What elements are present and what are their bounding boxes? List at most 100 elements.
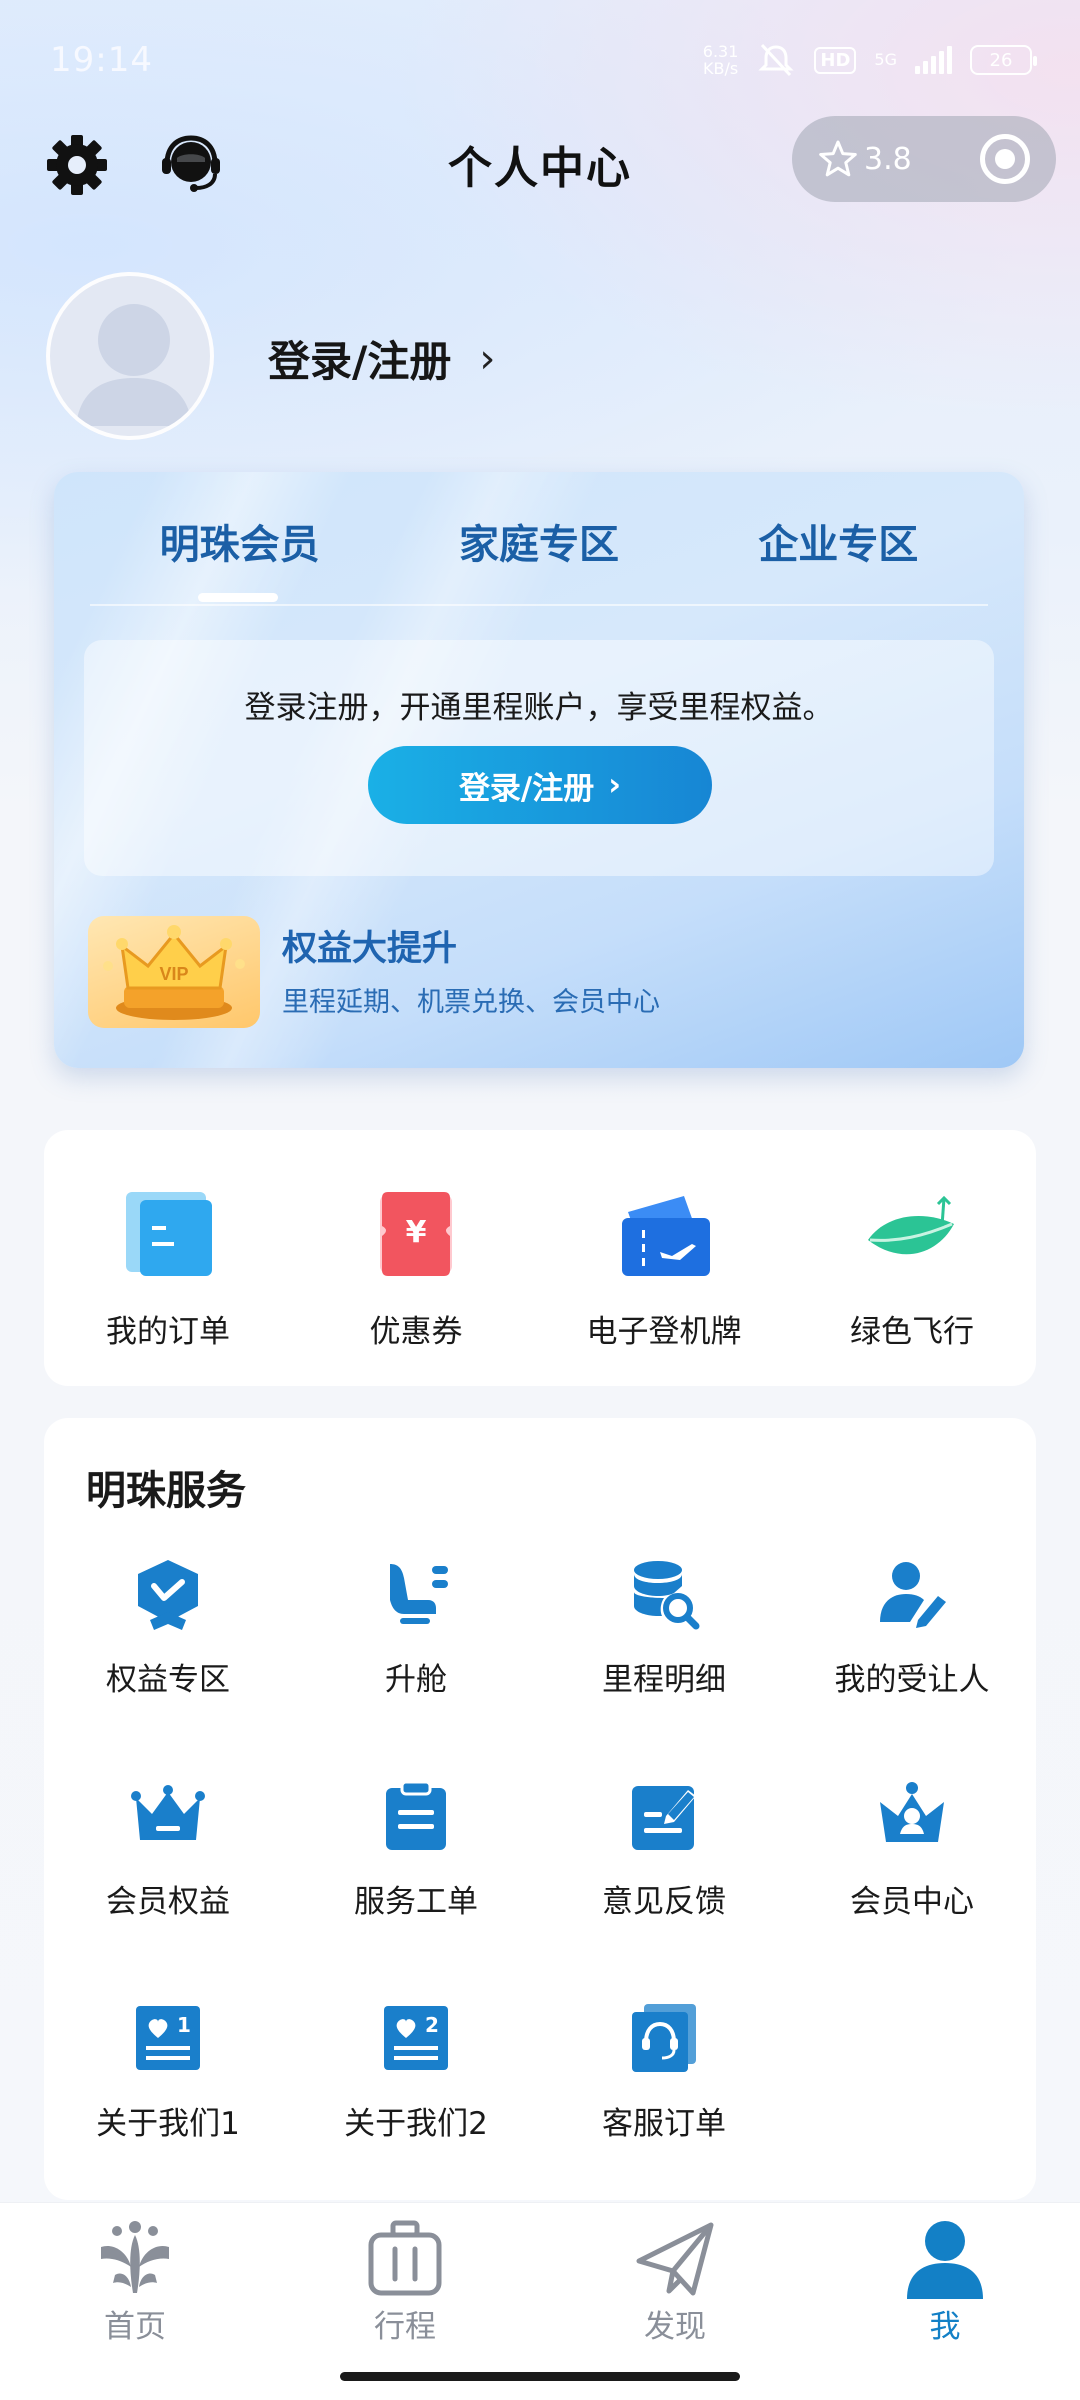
svg-text:¥: ¥ (406, 1215, 427, 1250)
rating-value: 3.8 (864, 141, 912, 177)
network-speed: 6.31 KB/s (703, 43, 739, 77)
nav-home[interactable]: 首页 (0, 2203, 270, 2352)
service-item-benefit-zone[interactable]: 权益专区 (44, 1556, 292, 1736)
service-item-feedback[interactable]: 意见反馈 (540, 1778, 788, 1958)
network-speed-value: 6.31 (702, 42, 739, 61)
tab-enterprise-zone[interactable]: 企业专区 (689, 512, 988, 580)
service-label: 我的受让人 (834, 1662, 990, 1698)
perk-subtitle: 里程延期、机票兑换、会员中心 (282, 987, 660, 1018)
chevron-right-icon: › (479, 335, 496, 382)
star-icon[interactable] (818, 139, 858, 179)
quick-action-label: 我的订单 (106, 1314, 230, 1350)
status-icons: 6.31 KB/s HD 5G 26 (703, 43, 1037, 77)
paper-plane-icon (636, 2222, 714, 2296)
status-time: 19:14 (50, 40, 153, 80)
nav-label: 发现 (644, 2309, 706, 2345)
about-card-badge: 2 (425, 2013, 439, 2037)
about-card-1-icon: 1 (136, 2006, 200, 2070)
quick-action-boarding-pass[interactable]: 电子登机牌 (540, 1130, 788, 1386)
services-title: 明珠服务 (86, 1468, 246, 1514)
quick-action-my-orders[interactable]: 我的订单 (44, 1130, 292, 1386)
boarding-pass-icon (622, 1196, 710, 1276)
database-search-icon (634, 1561, 700, 1630)
service-label: 服务工单 (354, 1884, 478, 1920)
login-register-button[interactable]: 登录/注册 › (368, 746, 712, 824)
service-item-member-center[interactable]: 会员中心 (788, 1778, 1036, 1958)
default-avatar-icon (76, 304, 192, 426)
badge-icon (138, 1560, 198, 1630)
service-label: 意见反馈 (602, 1884, 726, 1920)
service-item-about-us-1[interactable]: 1 关于我们1 (44, 2000, 292, 2180)
service-label: 升舱 (385, 1662, 447, 1698)
vip-crown-icon: VIP (103, 925, 245, 1020)
service-item-service-ticket[interactable]: 服务工单 (292, 1778, 540, 1958)
service-label: 会员中心 (850, 1884, 974, 1920)
home-indicator[interactable] (340, 2372, 740, 2381)
user-icon (907, 2221, 983, 2299)
service-label: 权益专区 (106, 1662, 230, 1698)
mini-program-capsule: 3.8 (792, 116, 1056, 202)
home-logo-icon (101, 2221, 169, 2293)
network-type: 5G (874, 50, 897, 69)
network-speed-unit: KB/s (702, 59, 739, 78)
active-tab-indicator (198, 593, 278, 602)
chevron-right-icon: › (608, 767, 622, 803)
vip-crown-image[interactable]: VIP (88, 916, 260, 1028)
luggage-icon (368, 2220, 442, 2296)
service-label: 里程明细 (602, 1662, 726, 1698)
tab-family-zone[interactable]: 家庭专区 (389, 512, 688, 580)
mute-icon (758, 43, 795, 77)
status-bar: 19:14 6.31 KB/s HD 5G 26 (0, 0, 1080, 120)
avatar[interactable] (46, 272, 214, 440)
battery-icon: 26 (970, 45, 1037, 75)
clipboard-icon (386, 1780, 446, 1850)
page-header: 个人中心 3.8 (0, 110, 1080, 220)
signal-icon (915, 46, 952, 74)
order-icon (126, 1192, 212, 1276)
tab-divider (90, 604, 988, 606)
login-register-button-label: 登录/注册 (458, 770, 595, 807)
service-item-mileage-details[interactable]: 里程明细 (540, 1556, 788, 1736)
perk-title[interactable]: 权益大提升 (282, 920, 457, 971)
support-order-icon (632, 2004, 696, 2072)
service-label: 关于我们1 (96, 2106, 240, 2142)
crown-icon (131, 1785, 205, 1840)
profile-page: 19:14 6.31 KB/s HD 5G 26 个人中心 3.8 登录/注册 … (0, 0, 1080, 2400)
nav-trips[interactable]: 行程 (270, 2203, 540, 2352)
service-item-member-benefits[interactable]: 会员权益 (44, 1778, 292, 1958)
nav-discover[interactable]: 发现 (540, 2203, 810, 2352)
quick-actions-card: 我的订单 ¥ 优惠券 电子登机牌 绿色飞行 (44, 1130, 1036, 1386)
quick-action-green-flight[interactable]: 绿色飞行 (788, 1130, 1036, 1386)
bottom-navigation: 首页 行程 发现 我 (0, 2202, 1080, 2352)
service-label: 会员权益 (106, 1884, 230, 1920)
seat-icon (390, 1564, 448, 1624)
service-item-my-transferee[interactable]: 我的受让人 (788, 1556, 1036, 1736)
quick-action-label: 绿色飞行 (850, 1314, 974, 1350)
about-card-badge: 1 (177, 2013, 191, 2037)
service-label: 关于我们2 (344, 2106, 488, 2142)
vip-badge-text: VIP (159, 964, 188, 984)
login-promo-text: 登录注册，开通里程账户，享受里程权益。 (244, 690, 834, 726)
member-card: 明珠会员 家庭专区 企业专区 登录注册，开通里程账户，享受里程权益。 登录/注册… (54, 472, 1024, 1068)
tab-pearl-member[interactable]: 明珠会员 (90, 512, 389, 580)
member-crown-icon (880, 1782, 944, 1842)
close-target-icon[interactable] (980, 134, 1030, 184)
nav-label: 我 (929, 2309, 961, 2345)
nav-me[interactable]: 我 (810, 2203, 1080, 2352)
login-register-link[interactable]: 登录/注册 › (268, 328, 495, 389)
service-item-about-us-2[interactable]: 2 关于我们2 (292, 2000, 540, 2180)
nav-label: 行程 (374, 2309, 436, 2345)
feedback-icon (632, 1786, 696, 1850)
leaf-icon (868, 1195, 954, 1255)
quick-action-coupons[interactable]: ¥ 优惠券 (292, 1130, 540, 1386)
battery-level: 26 (989, 49, 1013, 71)
service-item-support-orders[interactable]: 客服订单 (540, 2000, 788, 2180)
pearl-services-card: 明珠服务 权益专区 升舱 里程明细 我的受让人 会员权益 服务工单 意见反馈 会… (44, 1418, 1036, 2200)
service-item-upgrade[interactable]: 升舱 (292, 1556, 540, 1736)
user-edit-icon (880, 1562, 946, 1628)
quick-action-label: 电子登机牌 (586, 1314, 742, 1350)
quick-action-label: 优惠券 (369, 1314, 463, 1350)
about-card-2-icon: 2 (384, 2006, 448, 2070)
hd-icon: HD (814, 46, 857, 74)
login-register-label: 登录/注册 (268, 337, 452, 386)
